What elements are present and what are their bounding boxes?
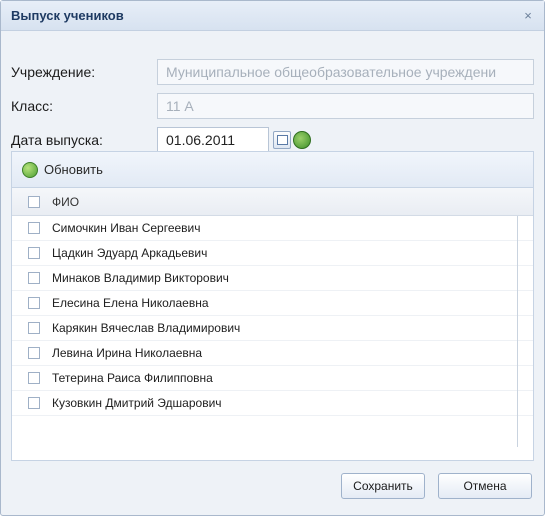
calendar-icon[interactable] (273, 131, 291, 149)
grid-header: ФИО (12, 188, 533, 216)
student-checkbox[interactable] (28, 247, 40, 259)
student-checkbox[interactable] (28, 272, 40, 284)
dialog-footer: Сохранить Отмена (1, 473, 544, 503)
institution-label: Учреждение: (11, 64, 96, 80)
students-list: Симочкин Иван Сергеевич Цадкин Эдуард Ар… (12, 216, 533, 460)
student-name: Кузовкин Дмитрий Эдшарович (52, 396, 222, 410)
student-checkbox[interactable] (28, 397, 40, 409)
institution-field: Муниципальное общеобразовательное учрежд… (157, 59, 534, 85)
refresh-button[interactable]: Обновить (44, 162, 103, 177)
student-row[interactable]: Цадкин Эдуард Аркадьевич (12, 241, 533, 266)
class-field: 11 А (157, 93, 534, 119)
student-checkbox[interactable] (28, 372, 40, 384)
student-name: Тетерина Раиса Филипповна (52, 371, 213, 385)
graduation-date-value: 01.06.2011 (166, 132, 236, 148)
graduation-date-label: Дата выпуска: (11, 132, 103, 148)
close-icon[interactable]: × (520, 8, 536, 24)
student-checkbox[interactable] (28, 297, 40, 309)
student-row[interactable]: Карякин Вячеслав Владимирович (12, 316, 533, 341)
student-checkbox[interactable] (28, 347, 40, 359)
cancel-button[interactable]: Отмена (438, 473, 532, 499)
student-row[interactable]: Кузовкин Дмитрий Эдшарович (12, 391, 533, 416)
student-row[interactable]: Тетерина Раиса Филипповна (12, 366, 533, 391)
student-name: Симочкин Иван Сергеевич (52, 221, 201, 235)
grid-toolbar: Обновить (12, 152, 533, 188)
student-name: Цадкин Эдуард Аркадьевич (52, 246, 208, 260)
students-grid-panel: Обновить ФИО Симочкин Иван Сергеевич Цад… (11, 151, 534, 461)
save-button[interactable]: Сохранить (341, 473, 425, 499)
student-row[interactable]: Минаков Владимир Викторович (12, 266, 533, 291)
select-all-checkbox[interactable] (28, 195, 40, 208)
graduation-date-field[interactable]: 01.06.2011 (157, 127, 269, 153)
student-row[interactable]: Левина Ирина Николаевна (12, 341, 533, 366)
fio-column-header[interactable]: ФИО (52, 195, 79, 209)
graduation-dialog: Выпуск учеников × Учреждение: Муниципаль… (0, 0, 545, 516)
refresh-date-icon[interactable] (293, 131, 311, 149)
dialog-title: Выпуск учеников (11, 8, 124, 23)
grid-vertical-divider (517, 216, 518, 447)
student-checkbox[interactable] (28, 322, 40, 334)
student-name: Елесина Елена Николаевна (52, 296, 209, 310)
graduation-form: Учреждение: Муниципальное общеобразовате… (11, 55, 534, 157)
date-actions (273, 131, 311, 149)
refresh-icon[interactable] (22, 161, 38, 178)
dialog-titlebar: Выпуск учеников × (1, 1, 544, 31)
student-row[interactable]: Симочкин Иван Сергеевич (12, 216, 533, 241)
student-checkbox[interactable] (28, 222, 40, 234)
student-name: Левина Ирина Николаевна (52, 346, 203, 360)
class-row: Класс: 11 А (11, 89, 534, 123)
student-row[interactable]: Елесина Елена Николаевна (12, 291, 533, 316)
student-name: Минаков Владимир Викторович (52, 271, 229, 285)
student-name: Карякин Вячеслав Владимирович (52, 321, 241, 335)
institution-row: Учреждение: Муниципальное общеобразовате… (11, 55, 534, 89)
class-label: Класс: (11, 98, 53, 114)
